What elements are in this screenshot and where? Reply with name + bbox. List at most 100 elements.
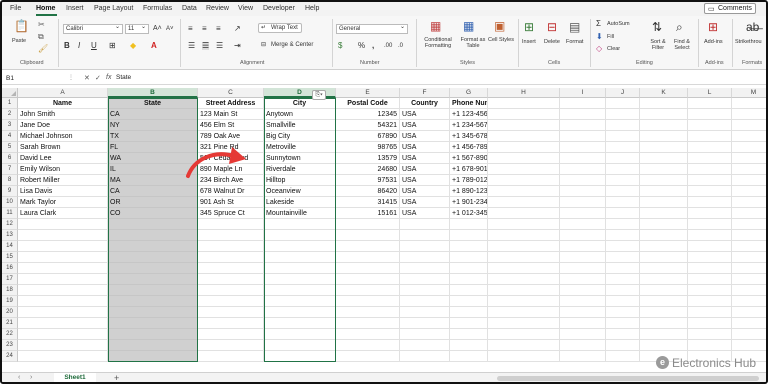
tab-review[interactable]: Review — [206, 5, 229, 12]
fill-icon[interactable]: ⬇ — [596, 33, 603, 41]
cell-i8[interactable] — [560, 175, 606, 186]
orientation-icon[interactable]: ↗ — [234, 25, 241, 33]
cell-c21[interactable] — [198, 318, 264, 329]
cell-m18[interactable] — [732, 285, 766, 296]
cell-k12[interactable] — [640, 219, 688, 230]
cell-e12[interactable] — [336, 219, 400, 230]
cell-d19[interactable] — [264, 296, 336, 307]
cell-j20[interactable] — [606, 307, 640, 318]
cell-h12[interactable] — [488, 219, 560, 230]
cell-f21[interactable] — [400, 318, 450, 329]
cell-e10[interactable]: 31415 — [336, 197, 400, 208]
column-header-k[interactable]: K — [640, 88, 688, 98]
column-header-b[interactable]: B — [108, 88, 198, 98]
cancel-icon[interactable]: ✕ — [84, 74, 90, 82]
cell-g4[interactable]: +1 345-678-9012 — [450, 131, 488, 142]
format-cells-label[interactable]: Format — [566, 39, 583, 45]
cell-h11[interactable] — [488, 208, 560, 219]
cell-l4[interactable] — [688, 131, 732, 142]
underline-icon[interactable]: U — [91, 42, 97, 50]
cell-l12[interactable] — [688, 219, 732, 230]
cell-a12[interactable] — [18, 219, 108, 230]
conditional-formatting-label[interactable]: Conditional Formatting — [420, 37, 456, 49]
row-header-3[interactable]: 3 — [2, 120, 18, 131]
cell-a14[interactable] — [18, 241, 108, 252]
cell-h5[interactable] — [488, 142, 560, 153]
column-header-m[interactable]: M — [732, 88, 766, 98]
cell-m22[interactable] — [732, 329, 766, 340]
insert-cells-label[interactable]: Insert — [522, 39, 536, 45]
cell-k13[interactable] — [640, 230, 688, 241]
cell-c22[interactable] — [198, 329, 264, 340]
row-header-13[interactable]: 13 — [2, 230, 18, 241]
cell-k16[interactable] — [640, 263, 688, 274]
cell-c16[interactable] — [198, 263, 264, 274]
cell-e9[interactable]: 86420 — [336, 186, 400, 197]
paste-label[interactable]: Paste — [12, 38, 26, 44]
cell-l7[interactable] — [688, 164, 732, 175]
row-header-21[interactable]: 21 — [2, 318, 18, 329]
cell-k7[interactable] — [640, 164, 688, 175]
cell-d9[interactable]: Oceanview — [264, 186, 336, 197]
cell-c3[interactable]: 456 Elm St — [198, 120, 264, 131]
cell-l21[interactable] — [688, 318, 732, 329]
cell-l22[interactable] — [688, 329, 732, 340]
column-header-a[interactable]: A — [18, 88, 108, 98]
cell-d5[interactable]: Metroville — [264, 142, 336, 153]
cell-f4[interactable]: USA — [400, 131, 450, 142]
cell-d15[interactable] — [264, 252, 336, 263]
cell-i2[interactable] — [560, 109, 606, 120]
cell-m13[interactable] — [732, 230, 766, 241]
cell-l16[interactable] — [688, 263, 732, 274]
cell-k23[interactable] — [640, 340, 688, 351]
cell-f20[interactable] — [400, 307, 450, 318]
clear-icon[interactable]: ◇ — [596, 45, 602, 53]
cell-d2[interactable]: Anytown — [264, 109, 336, 120]
cell-d12[interactable] — [264, 219, 336, 230]
cell-i12[interactable] — [560, 219, 606, 230]
cell-b18[interactable] — [108, 285, 198, 296]
percent-icon[interactable]: % — [358, 42, 365, 50]
cell-i17[interactable] — [560, 274, 606, 285]
cell-k4[interactable] — [640, 131, 688, 142]
cell-b4[interactable]: TX — [108, 131, 198, 142]
column-header-h[interactable]: H — [488, 88, 560, 98]
cell-f1[interactable]: Country — [400, 98, 450, 109]
cell-e20[interactable] — [336, 307, 400, 318]
cell-i1[interactable] — [560, 98, 606, 109]
cell-h8[interactable] — [488, 175, 560, 186]
cell-h14[interactable] — [488, 241, 560, 252]
cut-icon[interactable]: ✂ — [38, 21, 45, 29]
row-header-7[interactable]: 7 — [2, 164, 18, 175]
strikethrough-label[interactable]: Strikethrou — [735, 39, 762, 45]
cell-d16[interactable] — [264, 263, 336, 274]
align-right-icon[interactable]: ☰ — [216, 42, 223, 50]
cell-d24[interactable] — [264, 351, 336, 362]
comma-icon[interactable]: , — [372, 42, 374, 50]
font-color-icon[interactable]: A — [151, 42, 157, 50]
strikethrough-icon[interactable]: a̶b̶ — [746, 21, 759, 33]
cell-a11[interactable]: Laura Clark — [18, 208, 108, 219]
cell-i16[interactable] — [560, 263, 606, 274]
cell-a19[interactable] — [18, 296, 108, 307]
cell-d21[interactable] — [264, 318, 336, 329]
cell-l14[interactable] — [688, 241, 732, 252]
cell-j15[interactable] — [606, 252, 640, 263]
cell-e1[interactable]: Postal Code — [336, 98, 400, 109]
cell-c17[interactable] — [198, 274, 264, 285]
indent-icon[interactable]: ⇥ — [234, 42, 241, 50]
cell-k20[interactable] — [640, 307, 688, 318]
cell-e5[interactable]: 98765 — [336, 142, 400, 153]
cell-f22[interactable] — [400, 329, 450, 340]
decrease-font-icon[interactable]: A˅ — [166, 25, 174, 33]
tab-help[interactable]: Help — [305, 5, 319, 12]
cell-c1[interactable]: Street Address — [198, 98, 264, 109]
cell-a3[interactable]: Jane Doe — [18, 120, 108, 131]
cell-f10[interactable]: USA — [400, 197, 450, 208]
cell-a20[interactable] — [18, 307, 108, 318]
cell-g15[interactable] — [450, 252, 488, 263]
cell-k1[interactable] — [640, 98, 688, 109]
cell-b17[interactable] — [108, 274, 198, 285]
cell-m12[interactable] — [732, 219, 766, 230]
cell-e23[interactable] — [336, 340, 400, 351]
